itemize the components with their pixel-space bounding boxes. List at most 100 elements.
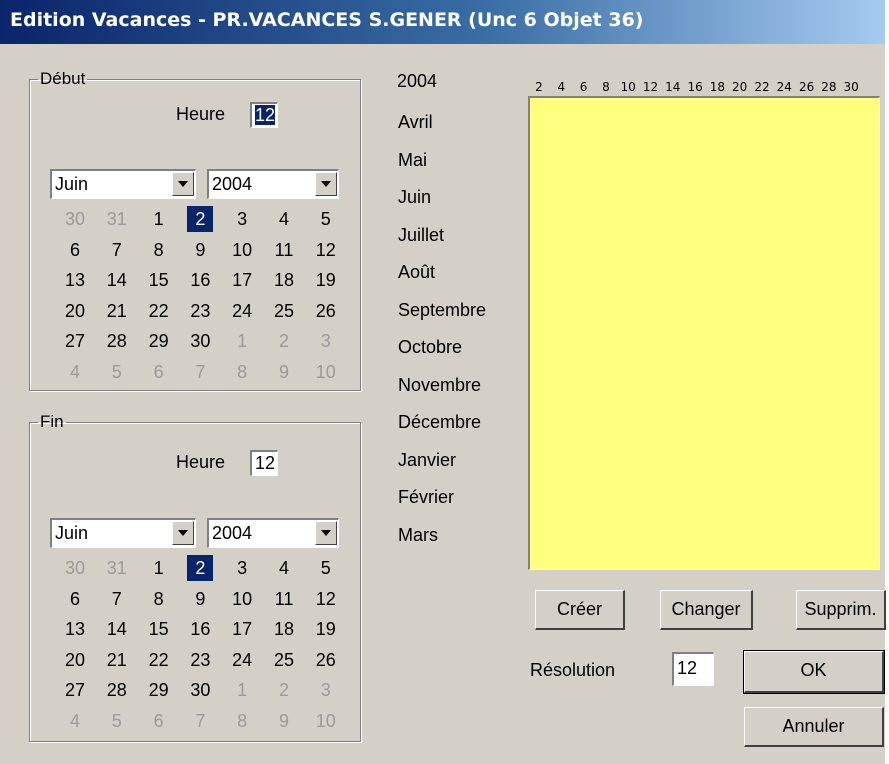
calendar-day[interactable]: 2 bbox=[271, 677, 297, 703]
calendar-day[interactable]: 10 bbox=[229, 586, 255, 612]
debut-year-select[interactable]: 2004 bbox=[207, 169, 339, 199]
calendar-day[interactable]: 9 bbox=[187, 586, 213, 612]
calendar-day[interactable]: 9 bbox=[187, 237, 213, 263]
calendar-day[interactable]: 11 bbox=[271, 586, 297, 612]
calendar-day[interactable]: 8 bbox=[146, 586, 172, 612]
calendar-day[interactable]: 19 bbox=[313, 616, 339, 642]
calendar-day[interactable]: 5 bbox=[313, 206, 339, 232]
fin-heure-input[interactable]: 12 bbox=[250, 450, 278, 476]
calendar-day[interactable]: 21 bbox=[104, 647, 130, 673]
calendar-day[interactable]: 7 bbox=[187, 359, 213, 385]
calendar-day[interactable]: 3 bbox=[313, 677, 339, 703]
calendar-day[interactable]: 2 bbox=[187, 206, 214, 232]
changer-button[interactable]: Changer bbox=[660, 590, 753, 630]
calendar-day[interactable]: 16 bbox=[187, 616, 213, 642]
title-bar[interactable]: Edition Vacances - PR.VACANCES S.GENER (… bbox=[0, 0, 885, 44]
calendar-day[interactable]: 18 bbox=[271, 267, 297, 293]
calendar-day[interactable]: 2 bbox=[187, 555, 214, 581]
calendar-day[interactable]: 3 bbox=[229, 206, 255, 232]
calendar-day[interactable]: 27 bbox=[62, 677, 88, 703]
calendar-day[interactable]: 23 bbox=[187, 298, 213, 324]
calendar-day[interactable]: 12 bbox=[313, 586, 339, 612]
debut-month-select[interactable]: Juin bbox=[50, 169, 196, 199]
calendar-day[interactable]: 1 bbox=[146, 206, 172, 232]
calendar-day[interactable]: 6 bbox=[62, 237, 88, 263]
calendar-day[interactable]: 14 bbox=[104, 616, 130, 642]
calendar-day[interactable]: 10 bbox=[313, 708, 339, 734]
calendar-day[interactable]: 24 bbox=[229, 647, 255, 673]
calendar-day[interactable]: 4 bbox=[271, 206, 297, 232]
calendar-day[interactable]: 6 bbox=[62, 586, 88, 612]
calendar-day[interactable]: 29 bbox=[146, 328, 172, 354]
calendar-day[interactable]: 22 bbox=[146, 647, 172, 673]
calendar-day[interactable]: 23 bbox=[187, 647, 213, 673]
chevron-down-icon[interactable] bbox=[315, 521, 337, 545]
ok-button[interactable]: OK bbox=[743, 650, 885, 694]
calendar-day[interactable]: 17 bbox=[229, 267, 255, 293]
calendar-day[interactable]: 7 bbox=[187, 708, 213, 734]
calendar-day[interactable]: 11 bbox=[271, 237, 297, 263]
calendar-day[interactable]: 5 bbox=[104, 708, 130, 734]
calendar-day[interactable]: 14 bbox=[104, 267, 130, 293]
calendar-day[interactable]: 8 bbox=[229, 359, 255, 385]
chevron-down-icon[interactable] bbox=[172, 521, 194, 545]
calendar-day[interactable]: 13 bbox=[62, 616, 88, 642]
calendar-day[interactable]: 2 bbox=[271, 328, 297, 354]
calendar-day[interactable]: 20 bbox=[62, 298, 88, 324]
calendar-day[interactable]: 5 bbox=[104, 359, 130, 385]
calendar-day[interactable]: 4 bbox=[62, 708, 88, 734]
calendar-day[interactable]: 27 bbox=[62, 328, 88, 354]
fin-year-select[interactable]: 2004 bbox=[207, 518, 339, 548]
calendar-day[interactable]: 1 bbox=[229, 677, 255, 703]
calendar-day[interactable]: 17 bbox=[229, 616, 255, 642]
calendar-day[interactable]: 30 bbox=[187, 328, 213, 354]
calendar-day[interactable]: 26 bbox=[313, 298, 339, 324]
calendar-day[interactable]: 31 bbox=[104, 555, 130, 581]
resolution-input[interactable]: 12 bbox=[672, 652, 714, 686]
calendar-day[interactable]: 30 bbox=[62, 555, 88, 581]
calendar-day[interactable]: 5 bbox=[313, 555, 339, 581]
calendar-day[interactable]: 21 bbox=[104, 298, 130, 324]
calendar-day[interactable]: 20 bbox=[62, 647, 88, 673]
calendar-day[interactable]: 30 bbox=[62, 206, 88, 232]
calendar-day[interactable]: 13 bbox=[62, 267, 88, 293]
calendar-day[interactable]: 12 bbox=[313, 237, 339, 263]
calendar-day[interactable]: 4 bbox=[62, 359, 88, 385]
debut-heure-input[interactable]: 12 bbox=[250, 102, 278, 128]
chevron-down-icon[interactable] bbox=[172, 172, 194, 196]
calendar-day[interactable]: 3 bbox=[313, 328, 339, 354]
calendar-day[interactable]: 9 bbox=[271, 359, 297, 385]
fin-month-select[interactable]: Juin bbox=[50, 518, 196, 548]
calendar-day[interactable]: 15 bbox=[146, 616, 172, 642]
calendar-day[interactable]: 31 bbox=[104, 206, 130, 232]
calendar-day[interactable]: 4 bbox=[271, 555, 297, 581]
calendar-day[interactable]: 6 bbox=[146, 359, 172, 385]
calendar-day[interactable]: 15 bbox=[146, 267, 172, 293]
calendar-day[interactable]: 24 bbox=[229, 298, 255, 324]
calendar-day[interactable]: 7 bbox=[104, 586, 130, 612]
calendar-day[interactable]: 26 bbox=[313, 647, 339, 673]
vacation-chart[interactable] bbox=[528, 96, 880, 570]
calendar-day[interactable]: 28 bbox=[104, 677, 130, 703]
calendar-day[interactable]: 1 bbox=[229, 328, 255, 354]
creer-button[interactable]: Créer bbox=[535, 590, 625, 630]
calendar-day[interactable]: 25 bbox=[271, 647, 297, 673]
calendar-day[interactable]: 19 bbox=[313, 267, 339, 293]
calendar-day[interactable]: 10 bbox=[229, 237, 255, 263]
annuler-button[interactable]: Annuler bbox=[744, 707, 884, 747]
calendar-day[interactable]: 29 bbox=[146, 677, 172, 703]
calendar-day[interactable]: 8 bbox=[229, 708, 255, 734]
calendar-day[interactable]: 6 bbox=[146, 708, 172, 734]
supprim-button[interactable]: Supprim. bbox=[796, 590, 886, 630]
calendar-day[interactable]: 30 bbox=[187, 677, 213, 703]
calendar-day[interactable]: 25 bbox=[271, 298, 297, 324]
calendar-day[interactable]: 10 bbox=[313, 359, 339, 385]
calendar-day[interactable]: 9 bbox=[271, 708, 297, 734]
calendar-day[interactable]: 7 bbox=[104, 237, 130, 263]
calendar-day[interactable]: 16 bbox=[187, 267, 213, 293]
calendar-day[interactable]: 3 bbox=[229, 555, 255, 581]
chevron-down-icon[interactable] bbox=[315, 172, 337, 196]
calendar-day[interactable]: 1 bbox=[146, 555, 172, 581]
calendar-day[interactable]: 8 bbox=[146, 237, 172, 263]
calendar-day[interactable]: 22 bbox=[146, 298, 172, 324]
